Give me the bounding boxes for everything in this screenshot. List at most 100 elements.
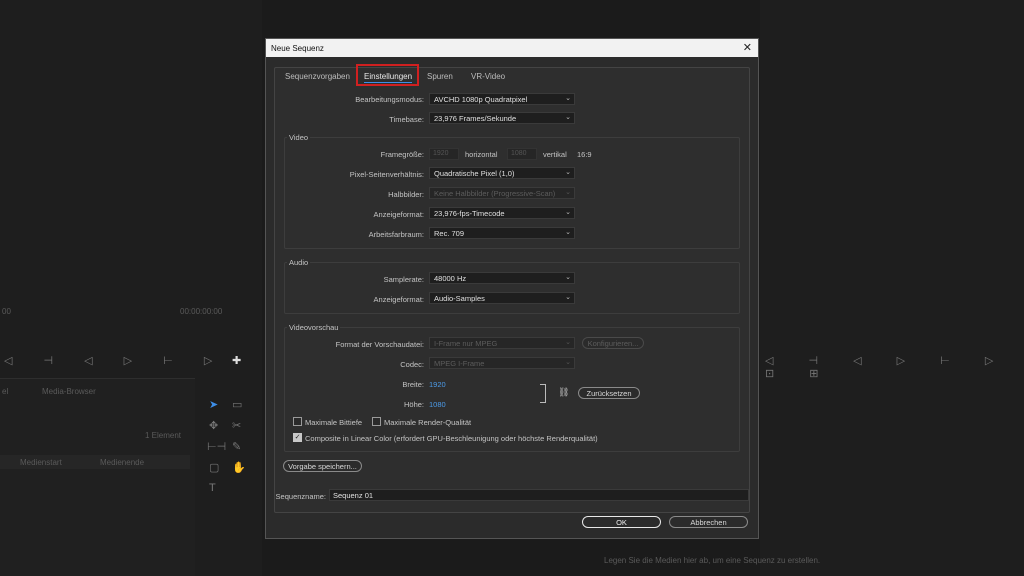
background-col-medienende: Medienende	[100, 458, 145, 467]
rectangle-tool-icon[interactable]: ▢	[209, 461, 219, 474]
pixel-aspect-label: Pixel-Seitenverhältnis:	[349, 170, 424, 179]
chevron-down-icon: ⌄	[565, 274, 571, 281]
aspect-ratio: 16:9	[577, 150, 592, 159]
fields-value: Keine Halbbilder (Progressive-Scan)	[434, 189, 556, 198]
chevron-down-icon: ⌄	[565, 294, 571, 301]
audio-display-label: Anzeigeformat:	[373, 295, 424, 304]
framesize-label: Framegröße:	[380, 150, 424, 159]
samplerate-value: 48000 Hz	[434, 274, 467, 283]
chevron-down-icon: ⌄	[565, 95, 571, 102]
selection-tool-icon[interactable]: ➤	[209, 398, 218, 411]
max-bit-depth-checkbox[interactable]	[293, 417, 302, 426]
colorspace-label: Arbeitsfarbraum:	[368, 230, 424, 239]
chain-link-icon[interactable]: ⛓	[558, 387, 569, 398]
background-transport-icons-right: ◁ ⊣ ◁ ▷ ⊢ ▷ ⊡ ⊞	[765, 355, 1010, 380]
background-col-medienstart: Medienstart	[20, 458, 62, 467]
max-render-quality-checkbox[interactable]	[372, 417, 381, 426]
samplerate-select[interactable]: 48000 Hz ⌄	[429, 272, 575, 284]
sequence-name-label: Sequenzname:	[275, 492, 326, 501]
background-media-browser-tab[interactable]: Media-Browser	[42, 387, 96, 396]
fields-label: Halbbilder:	[388, 190, 424, 199]
pixel-aspect-select[interactable]: Quadratische Pixel (1,0) ⌄	[429, 167, 575, 179]
display-format-select[interactable]: 23,976-fps-Timecode ⌄	[429, 207, 575, 219]
editing-mode-select[interactable]: AVCHD 1080p Quadratpixel ⌄	[429, 93, 575, 105]
frame-height-field[interactable]: 1080	[507, 148, 537, 160]
chevron-down-icon: ⌄	[565, 339, 571, 346]
track-select-tool-icon[interactable]: ▭	[232, 398, 242, 411]
chevron-down-icon: ⌄	[565, 209, 571, 216]
horizontal-label: horizontal	[465, 150, 498, 159]
colorspace-select[interactable]: Rec. 709 ⌄	[429, 227, 575, 239]
codec-select: MPEG I-Frame ⌄	[429, 357, 575, 369]
video-group-title: Video	[287, 133, 311, 142]
preview-height-value[interactable]: 1080	[429, 400, 446, 409]
timebase-select[interactable]: 23,976 Frames/Sekunde ⌄	[429, 112, 575, 124]
vertical-label: vertikal	[543, 150, 567, 159]
max-bit-depth-label: Maximale Bittiefe	[305, 418, 363, 427]
chevron-down-icon: ⌄	[565, 114, 571, 121]
preview-format-label: Format der Vorschaudatei:	[335, 340, 424, 349]
timebase-value: 23,976 Frames/Sekunde	[434, 114, 517, 123]
tab-settings[interactable]: Einstellungen	[364, 72, 413, 83]
ripple-tool-icon[interactable]: ✥	[209, 419, 218, 432]
slip-tool-icon[interactable]: ⊢⊣	[207, 440, 226, 453]
chevron-down-icon: ⌄	[565, 169, 571, 176]
hand-tool-icon[interactable]: ✋	[232, 461, 246, 474]
display-format-value: 23,976-fps-Timecode	[434, 209, 505, 218]
type-tool-icon[interactable]: T	[209, 482, 216, 494]
codec-label: Codec:	[400, 360, 424, 369]
configure-button: Konfigurieren...	[582, 337, 644, 349]
tab-tracks[interactable]: Spuren	[427, 72, 453, 81]
max-render-quality-label: Maximale Render-Qualität	[384, 418, 472, 427]
background-right-panel	[760, 0, 1024, 576]
preview-width-label: Breite:	[402, 380, 424, 389]
link-bracket	[540, 384, 546, 403]
cancel-button[interactable]: Abbrechen	[669, 516, 748, 528]
ok-button[interactable]: OK	[582, 516, 661, 528]
preview-format-value: I-Frame nur MPEG	[434, 339, 498, 348]
samplerate-label: Samplerate:	[383, 275, 424, 284]
video-preview-group-title: Videovorschau	[287, 323, 341, 332]
editing-mode-value: AVCHD 1080p Quadratpixel	[434, 95, 528, 104]
razor-tool-icon[interactable]: ✂	[232, 419, 241, 432]
save-preset-button[interactable]: Vorgabe speichern...	[283, 460, 362, 472]
background-timecode-left: 00	[2, 307, 11, 316]
background-element-count: 1 Element	[145, 431, 182, 440]
pen-tool-icon[interactable]: ✎	[232, 440, 241, 453]
editing-mode-label: Bearbeitungsmodus:	[355, 95, 424, 104]
sequence-name-input[interactable]: Sequenz 01	[329, 489, 749, 501]
display-format-label: Anzeigeformat:	[373, 210, 424, 219]
chevron-down-icon: ⌄	[565, 359, 571, 366]
background-project-panel	[0, 378, 195, 576]
new-sequence-dialog: Neue Sequenz ✕ Sequenzvorgaben Einstellu…	[265, 38, 759, 539]
dialog-titlebar: Neue Sequenz ✕	[266, 39, 758, 57]
background-tools-panel	[197, 378, 259, 576]
fields-select: Keine Halbbilder (Progressive-Scan) ⌄	[429, 187, 575, 199]
dialog-title: Neue Sequenz	[271, 44, 324, 53]
pixel-aspect-value: Quadratische Pixel (1,0)	[434, 169, 515, 178]
audio-display-value: Audio-Samples	[434, 294, 485, 303]
frame-width-field[interactable]: 1920	[429, 148, 459, 160]
timebase-label: Timebase:	[389, 115, 424, 124]
audio-group	[284, 262, 740, 314]
audio-group-title: Audio	[287, 258, 311, 267]
close-icon[interactable]: ✕	[743, 41, 752, 54]
chevron-down-icon: ⌄	[565, 189, 571, 196]
codec-value: MPEG I-Frame	[434, 359, 485, 368]
audio-display-select[interactable]: Audio-Samples ⌄	[429, 292, 575, 304]
background-timecode: 00:00:00:00	[180, 307, 223, 316]
preview-height-label: Höhe:	[403, 400, 424, 409]
tab-sequence-presets[interactable]: Sequenzvorgaben	[285, 72, 350, 81]
reset-button[interactable]: Zurücksetzen	[578, 387, 640, 399]
background-transport-icons: ◁ ⊣ ◁ ▷ ⊢ ▷	[4, 355, 227, 367]
preview-width-value[interactable]: 1920	[429, 380, 446, 389]
background-drop-hint: Legen Sie die Medien hier ab, um eine Se…	[604, 556, 821, 565]
tab-vr-video[interactable]: VR-Video	[471, 72, 505, 81]
chevron-down-icon: ⌄	[565, 229, 571, 236]
preview-format-select: I-Frame nur MPEG ⌄	[429, 337, 575, 349]
composite-linear-checkbox[interactable]: ✓	[293, 433, 302, 442]
colorspace-value: Rec. 709	[434, 229, 465, 238]
composite-linear-label: Composite in Linear Color (erfordert GPU…	[305, 434, 598, 443]
background-panel-tab-left[interactable]: el	[2, 387, 8, 396]
add-button-icon[interactable]: ✚	[232, 354, 241, 367]
